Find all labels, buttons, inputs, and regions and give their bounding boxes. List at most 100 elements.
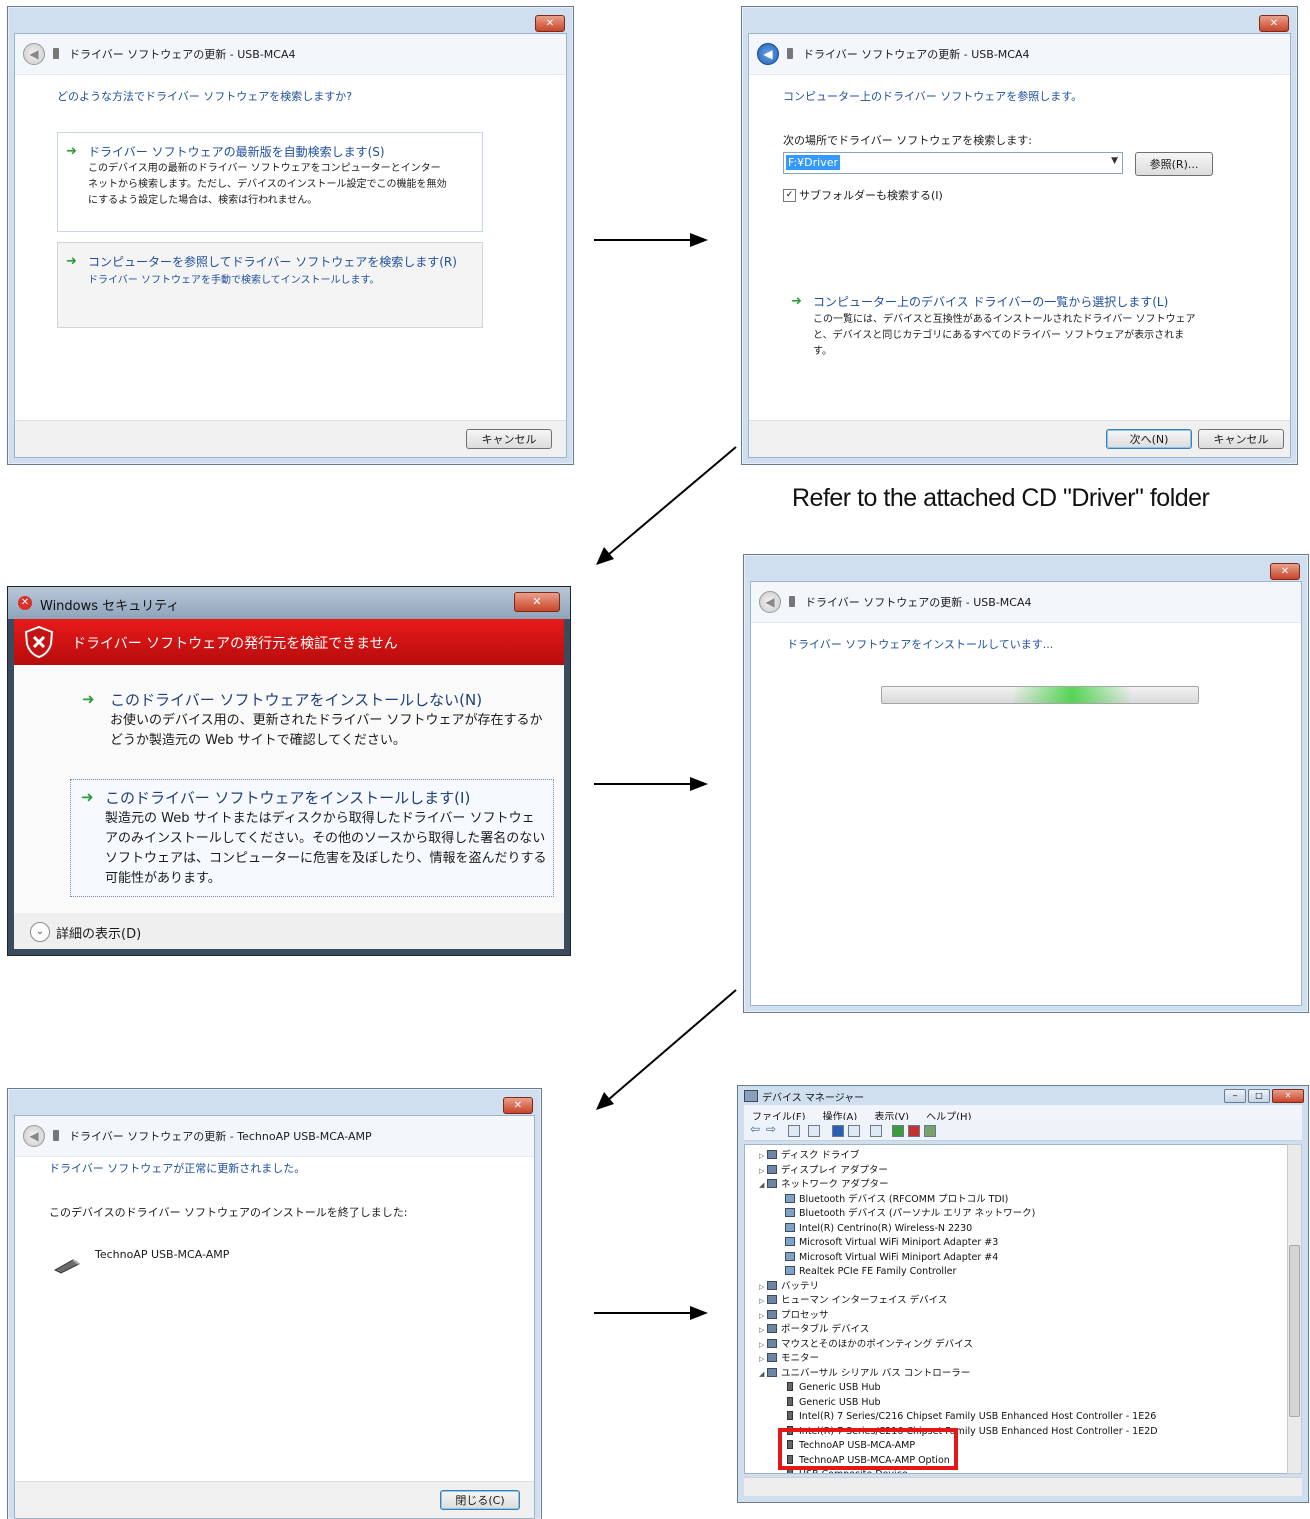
back-button[interactable]: ◀ [759, 591, 781, 613]
toolbar: ⇦ ⇨ [744, 1120, 1302, 1141]
tree-item-label: Microsoft Virtual WiFi Miniport Adapter … [799, 1237, 999, 1248]
tree-category[interactable]: ◢ ネットワーク アダプター [759, 1178, 889, 1192]
tree-device[interactable]: Bluetooth デバイス (RFCOMM プロトコル TDI) [785, 1193, 1008, 1207]
path-combobox[interactable]: F:¥Driver ▼ [783, 152, 1123, 174]
view-icon[interactable] [808, 1125, 820, 1137]
tree-category[interactable]: ▷ ディスク ドライブ [759, 1149, 859, 1163]
dialog-header: ◀ ドライバー ソフトウェアの更新 - USB-MCA4 [15, 34, 566, 75]
device-manager-title: デバイス マネージャー [762, 1093, 865, 1104]
dialog-header: ◀ ドライバー ソフトウェアの更新 - TechnoAP USB-MCA-AMP [15, 1116, 534, 1157]
close-button[interactable]: ✕ [1270, 563, 1300, 580]
properties-icon[interactable] [788, 1125, 800, 1137]
scrollbar-thumb[interactable] [1289, 1245, 1300, 1417]
tree-category[interactable]: ▷ モニター [759, 1352, 819, 1366]
success-status: ドライバー ソフトウェアが正常に更新されました。 [49, 1162, 306, 1175]
update-driver-icon[interactable] [892, 1125, 904, 1137]
tree-item-label: Intel(R) 7 Series/C216 Chipset Family US… [799, 1411, 1157, 1422]
scrollbar[interactable] [1287, 1144, 1302, 1474]
tree-device[interactable]: Intel(R) 7 Series/C216 Chipset Family US… [785, 1410, 1156, 1424]
close-dialog-button[interactable]: 閉じる(C) [440, 1490, 520, 1510]
cancel-button[interactable]: キャンセル [466, 429, 552, 449]
tree-item-label: Microsoft Virtual WiFi Miniport Adapter … [799, 1251, 999, 1263]
expand-icon[interactable]: ▷ [759, 1309, 767, 1323]
tree-item-label: ネットワーク アダプター [781, 1179, 889, 1190]
auto-search-option[interactable]: ➜ ドライバー ソフトウェアの最新版を自動検索します(S) このデバイス用の最新… [57, 132, 483, 232]
tree-category[interactable]: ▷ ディスプレイ アダプター [759, 1164, 888, 1178]
auto-search-desc-1: このデバイス用の最新のドライバー ソフトウェアをコンピューターとインター [88, 163, 441, 174]
uninstall-icon[interactable] [908, 1125, 920, 1137]
tree-item-label: Generic USB Hub [799, 1396, 881, 1408]
help-icon[interactable] [832, 1125, 844, 1137]
tree-category[interactable]: ▷ バッテリ [759, 1280, 819, 1294]
flow-arrow-right-3 [594, 1306, 708, 1320]
expand-icon[interactable]: ▷ [759, 1164, 767, 1178]
tree-device[interactable]: Intel(R) Centrino(R) Wireless-N 2230 [785, 1222, 972, 1236]
close-button[interactable]: ✕ [1259, 15, 1289, 32]
tree-device[interactable]: Microsoft Virtual WiFi Miniport Adapter … [785, 1251, 998, 1265]
chevron-down-icon[interactable]: ▼ [1111, 156, 1118, 166]
tree-category[interactable]: ▷ ヒューマン インターフェイス デバイス [759, 1294, 947, 1308]
expand-icon[interactable]: ▷ [759, 1352, 767, 1366]
forward-arrow-icon[interactable]: ⇨ [766, 1122, 776, 1136]
pick-list-desc-1: この一覧には、デバイスと互換性があるインストールされたドライバー ソフトウェア [813, 314, 1196, 325]
subfolder-checkbox[interactable]: ✓ [783, 189, 796, 202]
tree-device[interactable]: Bluetooth デバイス (パーソナル エリア ネットワーク) [785, 1207, 1035, 1221]
enable-device-icon[interactable] [924, 1125, 936, 1137]
expand-icon[interactable]: ▷ [759, 1323, 767, 1337]
next-button[interactable]: 次へ(N) [1106, 429, 1192, 449]
driver-update-dialog-finished: ✕ ◀ ドライバー ソフトウェアの更新 - TechnoAP USB-MCA-A… [7, 1088, 542, 1519]
chevron-down-icon[interactable]: ⌄ [30, 922, 50, 942]
pick-from-list-link[interactable]: コンピューター上のデバイス ドライバーの一覧から選択します(L) [813, 293, 1168, 310]
do-not-install-desc-1: お使いのデバイス用の、更新されたドライバー ソフトウェアが存在するか [110, 713, 543, 728]
close-button[interactable]: ✕ [1272, 1089, 1304, 1103]
expand-icon[interactable]: ▷ [759, 1280, 767, 1294]
device-tree: ▷ ディスク ドライブ ▷ ディスプレイ アダプター ◢ ネットワーク アダプター Blue… [744, 1144, 1288, 1474]
driver-update-dialog-search-method: ✕ ◀ ドライバー ソフトウェアの更新 - USB-MCA4 どのような方法でド… [7, 6, 574, 465]
installing-status: ドライバー ソフトウェアをインストールしています... [787, 638, 1054, 651]
usb-device-icon [53, 48, 59, 59]
do-not-install-title: このドライバー ソフトウェアをインストールしない(N) [110, 691, 483, 709]
dialog-footer: 次へ(N) キャンセル [749, 420, 1290, 457]
close-button[interactable]: ✕ [514, 592, 560, 612]
console-icon[interactable] [848, 1125, 860, 1137]
dialog-title: ドライバー ソフトウェアの更新 - USB-MCA4 [69, 48, 296, 61]
tree-category[interactable]: ▷ プロセッサ [759, 1309, 829, 1323]
close-button[interactable]: ✕ [535, 15, 565, 32]
network-adapter-icon [785, 1237, 795, 1246]
tree-category[interactable]: ◢ ユニバーサル シリアル バス コントローラー [759, 1367, 970, 1381]
expand-icon[interactable]: ▷ [759, 1294, 767, 1308]
network-adapter-icon [785, 1266, 795, 1275]
expand-icon[interactable]: ▷ [759, 1149, 767, 1163]
collapse-icon[interactable]: ◢ [759, 1367, 767, 1381]
do-not-install-option[interactable]: ➜ このドライバー ソフトウェアをインストールしない(N) お使いのデバイス用の… [74, 685, 554, 765]
browse-option-desc: ドライバー ソフトウェアを手動で検索してインストールします。 [88, 275, 380, 286]
category-icon [767, 1280, 777, 1290]
tree-device[interactable]: Microsoft Virtual WiFi Miniport Adapter … [785, 1236, 998, 1250]
green-arrow-icon: ➜ [791, 294, 802, 309]
dialog-title: ドライバー ソフトウェアの更新 - USB-MCA4 [803, 48, 1030, 61]
tree-device[interactable]: Generic USB Hub [785, 1381, 881, 1395]
maximize-button[interactable]: □ [1248, 1089, 1270, 1103]
install-anyway-desc-4: 可能性があります。 [105, 871, 221, 886]
back-button[interactable]: ◀ [23, 1125, 45, 1147]
tree-device[interactable]: Realtek PCIe FE Family Controller [785, 1265, 956, 1279]
browse-computer-option[interactable]: ➜ コンピューターを参照してドライバー ソフトウェアを検索します(R) ドライバ… [57, 242, 483, 328]
browse-button[interactable]: 参照(R)... [1135, 152, 1213, 176]
cancel-button[interactable]: キャンセル [1198, 429, 1284, 449]
back-button[interactable]: ◀ [757, 43, 779, 65]
tree-category[interactable]: ▷ ポータブル デバイス [759, 1323, 869, 1337]
tree-device[interactable]: Generic USB Hub [785, 1396, 881, 1410]
network-adapter-icon [785, 1208, 795, 1217]
minimize-button[interactable]: ‒ [1224, 1089, 1246, 1103]
green-arrow-icon: ➜ [66, 144, 77, 159]
close-button[interactable]: ✕ [503, 1097, 533, 1114]
expand-icon[interactable]: ▷ [759, 1338, 767, 1352]
details-toggle[interactable]: 詳細の表示(D) [56, 923, 141, 942]
collapse-icon[interactable]: ◢ [759, 1178, 767, 1192]
scan-hardware-icon[interactable] [870, 1125, 882, 1137]
back-arrow-icon[interactable]: ⇦ [750, 1122, 760, 1136]
tree-category[interactable]: ▷ マウスとそのほかのポインティング デバイス [759, 1338, 973, 1352]
security-footer: ⌄ 詳細の表示(D) [14, 913, 564, 949]
install-anyway-option[interactable]: ➜ このドライバー ソフトウェアをインストールします(I) 製造元の Web サ… [70, 779, 554, 897]
back-button[interactable]: ◀ [23, 43, 45, 65]
